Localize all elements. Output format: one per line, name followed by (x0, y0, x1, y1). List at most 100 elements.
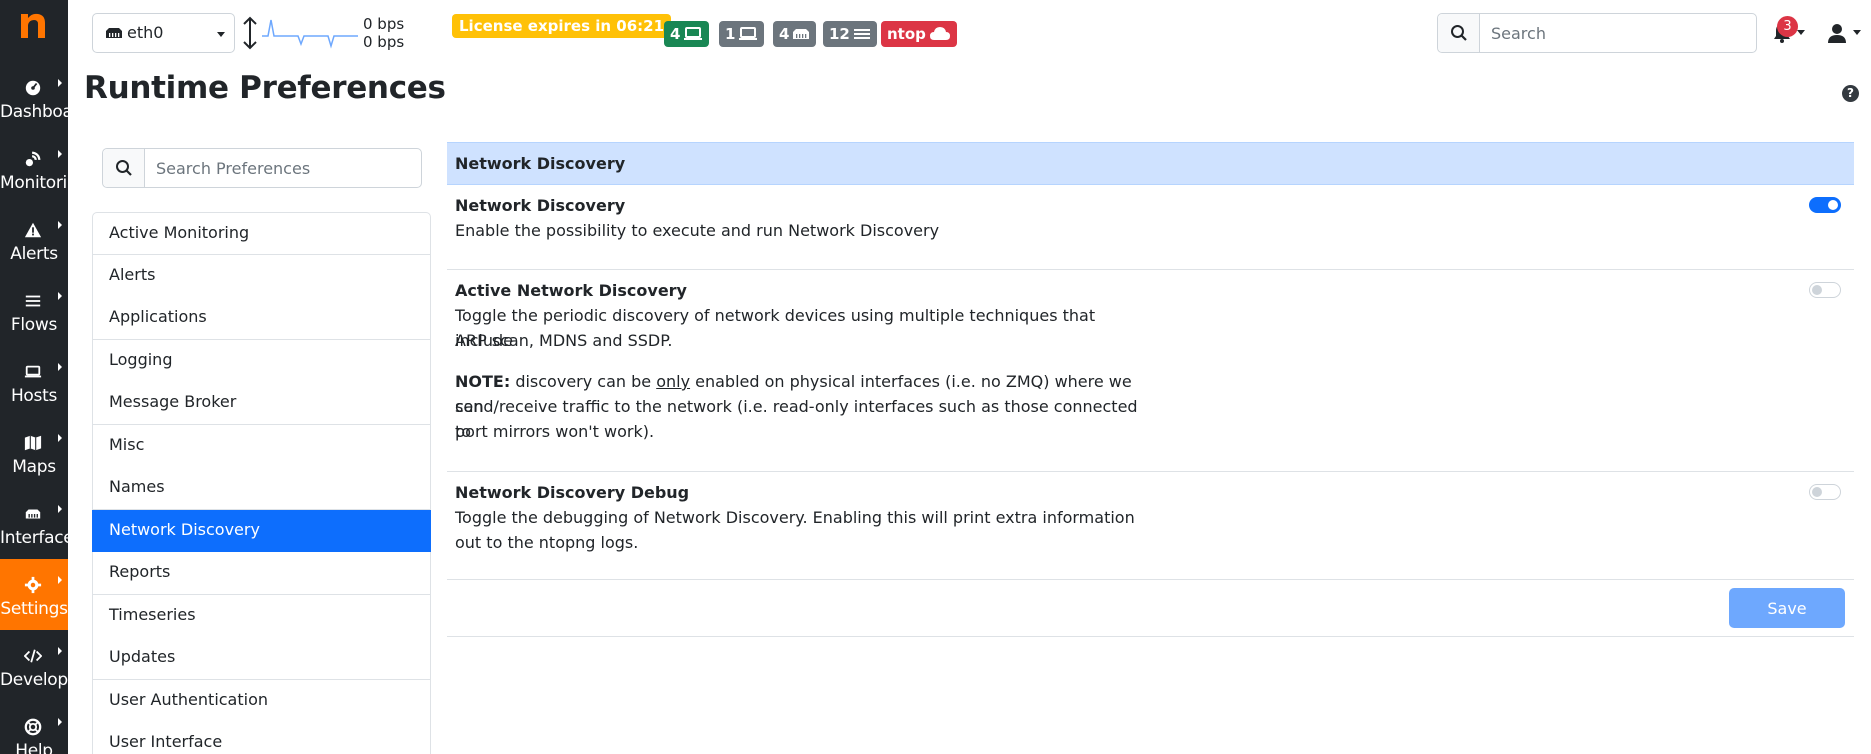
sidebar-item-settings[interactable]: Settings (0, 559, 68, 630)
pref-item-label: Alerts (109, 265, 156, 284)
sidebar-item-monitoring[interactable]: Monitoring (0, 133, 88, 204)
dashboard-icon (23, 78, 43, 98)
pref-item-alerts[interactable]: Alerts (92, 255, 431, 298)
sidebar-item-developer[interactable]: Developer (0, 630, 85, 701)
pref-item-label: Names (109, 477, 165, 496)
sidebar-item-dashboard[interactable]: Dashboard (0, 62, 90, 133)
pref-item-label: User Authentication (109, 690, 269, 709)
pref-item-label: Updates (109, 647, 176, 666)
pref-item-timeseries[interactable]: Timeseries (92, 595, 431, 638)
pref-item-names[interactable]: Names (92, 467, 431, 510)
ethernet-icon (793, 29, 810, 39)
chevron-down-icon (1853, 30, 1861, 35)
pref-item-applications[interactable]: Applications (92, 297, 431, 340)
chevron-right-icon (58, 79, 62, 87)
remote-hosts-count: 1 (725, 25, 736, 43)
map-icon (23, 433, 43, 453)
pref-item-network-discovery[interactable]: Network Discovery (92, 510, 431, 553)
pref-item-reports[interactable]: Reports (92, 552, 431, 595)
sidebar-item-label: Dashboard (0, 102, 90, 122)
devices-count: 4 (779, 25, 790, 43)
chevron-right-icon (58, 647, 62, 655)
ntop-cloud-badge[interactable]: ntop (881, 21, 957, 47)
pref-item-message-broker[interactable]: Message Broker (92, 382, 431, 425)
ntopng-logo[interactable] (18, 8, 48, 40)
search-input[interactable] (1481, 14, 1755, 52)
sidebar-item-label: Monitoring (0, 173, 88, 193)
alert-icon (23, 220, 43, 240)
cloud-icon (929, 27, 950, 40)
sidebar-item-alerts[interactable]: Alerts (0, 204, 68, 275)
search-button[interactable] (1438, 14, 1480, 52)
pref-row-active-network-discovery: Active Network Discovery Toggle the peri… (447, 270, 1854, 472)
sidebar-item-label: Interfaces (0, 528, 82, 548)
network-discovery-debug-toggle[interactable] (1809, 484, 1841, 500)
sidebar-item-label: Help (15, 741, 53, 754)
chevron-right-icon (58, 150, 62, 158)
ethernet-icon (23, 504, 43, 524)
sidebar-item-label: Maps (12, 457, 56, 477)
flows-count: 12 (829, 25, 850, 43)
note-label: NOTE: (455, 372, 511, 391)
note-text: discovery can be (510, 372, 657, 391)
sidebar-item-label: Hosts (10, 386, 58, 406)
pref-item-label: Network Discovery (109, 520, 260, 539)
network-discovery-toggle[interactable] (1809, 197, 1841, 213)
flows-badge[interactable]: 12 (823, 21, 877, 47)
devices-badge[interactable]: 4 (773, 21, 817, 47)
pref-item-label: Active Monitoring (109, 223, 250, 242)
license-badge[interactable]: License expires in 06:21 (452, 14, 672, 38)
pref-note-line: port mirrors won't work). (455, 422, 655, 441)
sidebar: Dashboard Monitoring Alerts Flows Hosts … (0, 0, 90, 754)
search-button[interactable] (103, 149, 145, 187)
ethernet-icon (106, 28, 122, 38)
sidebar-item-hosts[interactable]: Hosts (0, 346, 68, 417)
pref-item-logging[interactable]: Logging (92, 340, 431, 383)
pref-item-user-interface[interactable]: User Interface (92, 722, 431, 754)
laptop-icon (739, 27, 758, 40)
save-button[interactable]: Save (1729, 588, 1845, 628)
chevron-down-icon (1797, 30, 1805, 35)
pref-item-label: Applications (109, 307, 207, 326)
remote-hosts-badge[interactable]: 1 (719, 21, 765, 47)
chevron-right-icon (58, 363, 62, 371)
sidebar-item-help[interactable]: Help (0, 701, 68, 754)
code-icon (23, 646, 43, 666)
chevron-down-icon (217, 32, 225, 37)
user-icon[interactable] (1826, 22, 1848, 44)
download-rate: 0 bps (363, 33, 405, 51)
pref-item-misc[interactable]: Misc (92, 425, 431, 468)
sidebar-item-flows[interactable]: Flows (0, 275, 68, 346)
preferences-search-input[interactable] (146, 149, 420, 187)
flows-icon (23, 291, 43, 311)
pref-description-line: Toggle the debugging of Network Discover… (455, 508, 1135, 527)
pref-description: Enable the possibility to execute and ru… (455, 221, 940, 240)
lifering-icon (23, 717, 43, 737)
search-icon (1450, 25, 1467, 41)
pref-item-active-monitoring[interactable]: Active Monitoring (92, 212, 431, 255)
upload-rate: 0 bps (363, 15, 405, 33)
active-network-discovery-toggle[interactable] (1809, 282, 1841, 298)
pref-item-user-authentication[interactable]: User Authentication (92, 680, 431, 723)
pref-item-label: Reports (109, 562, 171, 581)
pref-item-label: Logging (109, 350, 173, 369)
local-hosts-badge[interactable]: 4 (664, 21, 710, 47)
chevron-right-icon (58, 505, 62, 513)
pref-item-label: Timeseries (109, 605, 196, 624)
sidebar-item-interfaces[interactable]: Interfaces (0, 488, 82, 559)
divider (447, 636, 1854, 637)
chevron-right-icon (58, 434, 62, 442)
help-icon[interactable]: ? (1842, 85, 1859, 102)
up-down-arrow-icon (243, 16, 257, 50)
sidebar-item-label: Flows (10, 315, 58, 335)
pref-title: Network Discovery (455, 196, 626, 215)
interface-select[interactable]: eth0 (92, 13, 235, 53)
sidebar-item-label: Developer (0, 670, 85, 690)
pref-item-updates[interactable]: Updates (92, 637, 431, 680)
pref-title: Active Network Discovery (455, 281, 687, 300)
monitoring-icon (23, 149, 43, 169)
sidebar-item-maps[interactable]: Maps (0, 417, 68, 488)
sidebar-item-label: Alerts (10, 244, 58, 264)
gear-icon (23, 575, 43, 595)
pref-title: Network Discovery Debug (455, 483, 690, 502)
